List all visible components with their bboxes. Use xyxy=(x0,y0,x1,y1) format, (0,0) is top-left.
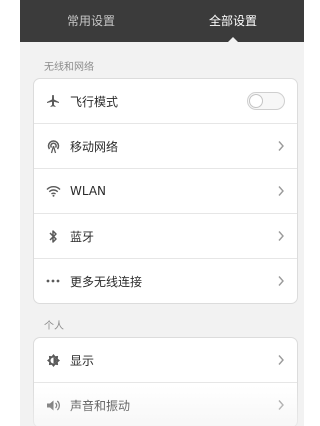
chevron-right-icon xyxy=(269,185,297,197)
chevron-right-icon xyxy=(269,399,297,411)
settings-item-label: WLAN xyxy=(70,184,107,198)
mobile-network-icon xyxy=(34,139,70,154)
tab-bar: 常用设置 全部设置 xyxy=(20,0,304,42)
settings-item-label: 显示 xyxy=(70,353,95,368)
wifi-icon xyxy=(34,185,70,197)
settings-item-label: 飞行模式 xyxy=(70,94,119,109)
settings-item-display[interactable]: 显示 xyxy=(34,338,297,383)
airplane-mode-toggle[interactable] xyxy=(247,92,285,110)
airplane-icon xyxy=(34,94,70,108)
settings-item-label: 蓝牙 xyxy=(70,229,95,244)
toggle-knob xyxy=(249,94,263,108)
chevron-right-icon xyxy=(269,230,297,242)
bluetooth-icon xyxy=(34,229,70,244)
personal-card: 显示 声音和振动 xyxy=(33,337,298,426)
tab-common-settings[interactable]: 常用设置 xyxy=(20,0,162,42)
settings-item-wlan[interactable]: WLAN xyxy=(34,169,297,214)
settings-item-bluetooth[interactable]: 蓝牙 xyxy=(34,214,297,259)
brightness-icon xyxy=(34,353,70,368)
chevron-right-icon xyxy=(269,140,297,152)
speaker-icon xyxy=(34,399,70,412)
settings-item-airplane-mode[interactable]: 飞行模式 xyxy=(34,79,297,124)
settings-item-label: 更多无线连接 xyxy=(70,274,143,289)
more-dots-icon xyxy=(34,279,70,283)
settings-item-sound[interactable]: 声音和振动 xyxy=(34,383,297,426)
section-label-personal: 个人 xyxy=(44,321,64,332)
chevron-right-icon xyxy=(269,275,297,287)
settings-item-label: 移动网络 xyxy=(70,139,119,154)
wireless-card: 飞行模式 移动网络 WLAN 蓝牙 更多无线连接 xyxy=(33,78,298,304)
settings-item-label: 声音和振动 xyxy=(70,398,131,413)
chevron-right-icon xyxy=(269,354,297,366)
tab-all-settings[interactable]: 全部设置 xyxy=(162,0,304,42)
settings-item-mobile-network[interactable]: 移动网络 xyxy=(34,124,297,169)
section-label-wireless: 无线和网络 xyxy=(44,62,94,73)
settings-item-more-wireless[interactable]: 更多无线连接 xyxy=(34,259,297,303)
settings-screen: 常用设置 全部设置 无线和网络 飞行模式 移动网络 WLAN 蓝牙 更多无线连接… xyxy=(20,0,304,426)
